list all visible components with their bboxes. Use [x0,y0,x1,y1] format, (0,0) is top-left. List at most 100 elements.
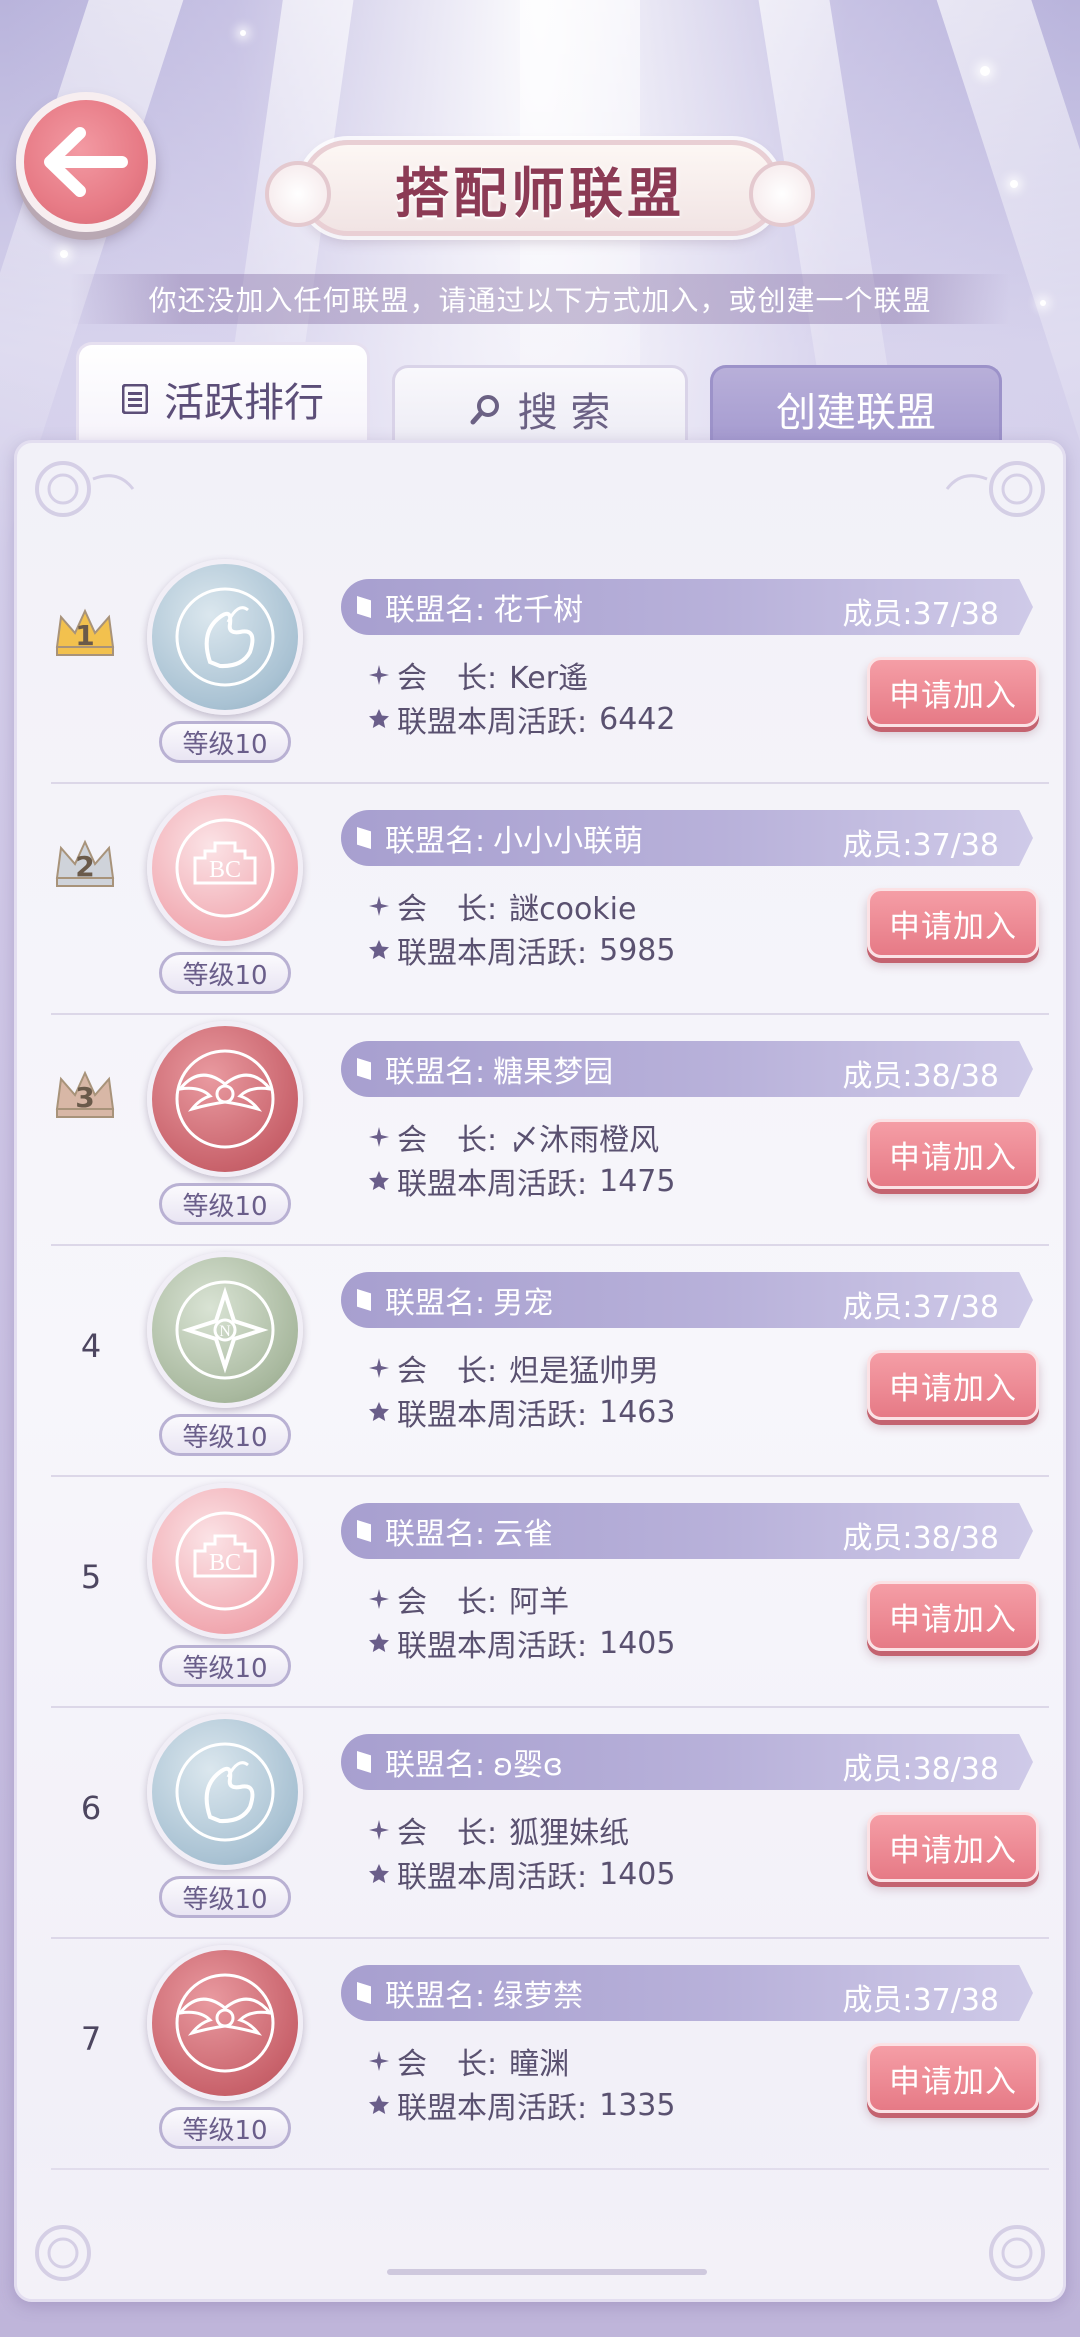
alliance-level-badge: 等级10 [159,2107,291,2149]
alliance-name-bar: 联盟名: 男宠 成员:37/38 [341,1272,1033,1328]
alliance-name: 花千树 [493,593,584,628]
activity-label: 联盟本周活跃: [397,1860,588,1895]
alliance-activity: 联盟本周活跃: 1405 [369,1621,675,1665]
alliance-name: 绿萝禁 [493,1979,584,2014]
winged-emblem [147,1021,303,1177]
join-alliance-button[interactable]: 申请加入 [867,888,1039,958]
activity-value: 5985 [599,932,676,968]
alliance-name: ʚ婴ɞ [493,1748,563,1783]
join-alliance-button[interactable]: 申请加入 [867,2043,1039,2113]
alliance-name-label: 联盟名: [385,1979,486,2014]
alliance-members: 成员:37/38 [842,597,999,632]
sparkle-icon [369,2051,389,2071]
leader-name: 阿羊 [509,1585,570,1620]
star-icon [369,709,389,728]
rank-number: 7 [80,2020,102,2058]
alliance-members: 成员:38/38 [842,1752,999,1787]
rank-number: 6 [80,1789,102,1827]
alliance-name: 男宠 [493,1286,554,1321]
leader-name: 狐狸妹纸 [509,1816,630,1851]
alliance-leader: 会 长: 阿羊 [369,1577,569,1621]
title-plaque: 搭配师联盟 [265,140,815,236]
flag-icon [357,1751,371,1773]
alliance-name-label: 联盟名: [385,1286,486,1321]
rose-ornament-icon [945,461,1045,517]
join-alliance-button[interactable]: 申请加入 [867,1350,1039,1420]
leader-label: 会 长: [397,892,498,927]
magnifier-icon [470,393,502,425]
alliance-level-badge: 等级10 [159,1876,291,1918]
alliance-members: 成员:37/38 [842,1290,999,1325]
leader-name: 炟是猛帅男 [509,1354,660,1389]
castle-emblem: BC [147,790,303,946]
swan-emblem [147,1714,303,1870]
alliance-row: 6 等级10 联盟名: ʚ婴ɞ 成员:38/38 会 长: 狐狸妹纸 联盟本周活… [51,1708,1049,1939]
leader-label: 会 长: [397,1354,498,1389]
alliance-list-panel: 1 等级10 联盟名: 花千树 成员:37/38 会 长: Ker遙 联盟本周活… [14,440,1066,2302]
back-button[interactable] [16,92,156,232]
star-icon [369,1633,389,1652]
alliance-row: 2 BC 等级10 联盟名: 小小小联萌 成员:37/38 会 长: 謎cook… [51,784,1049,1015]
flag-icon [357,827,371,849]
leader-label: 会 长: [397,2047,498,2082]
list-icon [122,383,148,414]
alliance-name: 云雀 [493,1517,554,1552]
tab-create-alliance[interactable]: 创建联盟 [710,365,1002,450]
flag-icon [357,596,371,618]
activity-value: 1405 [599,1625,676,1661]
alliance-name: 糖果梦园 [493,1055,614,1090]
alliance-list[interactable]: 1 等级10 联盟名: 花千树 成员:37/38 会 长: Ker遙 联盟本周活… [17,553,1063,2221]
alliance-row: 5 BC 等级10 联盟名: 云雀 成员:38/38 会 长: 阿羊 联盟本周活… [51,1477,1049,1708]
rose-ornament-icon [35,2225,91,2281]
cross-emblem: N [147,1252,303,1408]
star-icon [369,1864,389,1883]
leader-name: 〆沐雨橙风 [509,1123,660,1158]
rank-number: 5 [80,1558,102,1596]
subtitle-hint: 你还没加入任何联盟，请通过以下方式加入，或创建一个联盟 [70,274,1010,324]
rose-ornament-icon [989,2225,1045,2281]
sparkle-icon [369,896,389,916]
leader-label: 会 长: [397,1816,498,1851]
flag-icon [357,1058,371,1080]
join-alliance-button[interactable]: 申请加入 [867,1119,1039,1189]
alliance-leader: 会 长: 謎cookie [369,884,636,928]
activity-label: 联盟本周活跃: [397,2091,588,2126]
alliance-activity: 联盟本周活跃: 1335 [369,2083,675,2127]
scroll-indicator[interactable] [387,2269,707,2275]
alliance-name-label: 联盟名: [385,1055,486,1090]
tab-activity-ranking-label: 活跃排行 [164,379,324,426]
list-fade [17,2149,1063,2299]
alliance-name-label: 联盟名: [385,824,486,859]
join-alliance-button[interactable]: 申请加入 [867,1812,1039,1882]
join-alliance-button[interactable]: 申请加入 [867,1581,1039,1651]
rank-number: 3 [75,1081,95,1114]
alliance-name-bar: 联盟名: 花千树 成员:37/38 [341,579,1033,635]
leader-label: 会 长: [397,1585,498,1620]
alliance-members: 成员:37/38 [842,828,999,863]
alliance-name-bar: 联盟名: 云雀 成员:38/38 [341,1503,1033,1559]
leader-label: 会 长: [397,1123,498,1158]
activity-value: 1463 [599,1394,676,1430]
alliance-name-bar: 联盟名: 糖果梦园 成员:38/38 [341,1041,1033,1097]
leader-name: 謎cookie [509,892,637,927]
alliance-leader: 会 长: 〆沐雨橙风 [369,1115,659,1159]
join-alliance-button[interactable]: 申请加入 [867,657,1039,727]
tab-create-alliance-label: 创建联盟 [776,390,936,436]
tab-activity-ranking[interactable]: 活跃排行 [76,342,370,452]
svg-text:N: N [219,1323,231,1340]
alliance-name-label: 联盟名: [385,1748,486,1783]
page-title: 搭配师联盟 [395,161,685,225]
tab-search[interactable]: 搜 索 [392,365,688,450]
sparkle-icon [369,665,389,685]
sparkle-icon [369,1589,389,1609]
sparkle-icon [369,1358,389,1378]
activity-value: 1405 [599,1856,676,1892]
castle-emblem: BC [147,1483,303,1639]
alliance-name-bar: 联盟名: 绿萝禁 成员:37/38 [341,1965,1033,2021]
star-icon [369,940,389,959]
star-icon [369,2095,389,2114]
rank-number: 1 [75,619,95,652]
activity-label: 联盟本周活跃: [397,1167,588,1202]
alliance-name: 小小小联萌 [493,824,644,859]
rose-ornament-icon [35,461,135,517]
